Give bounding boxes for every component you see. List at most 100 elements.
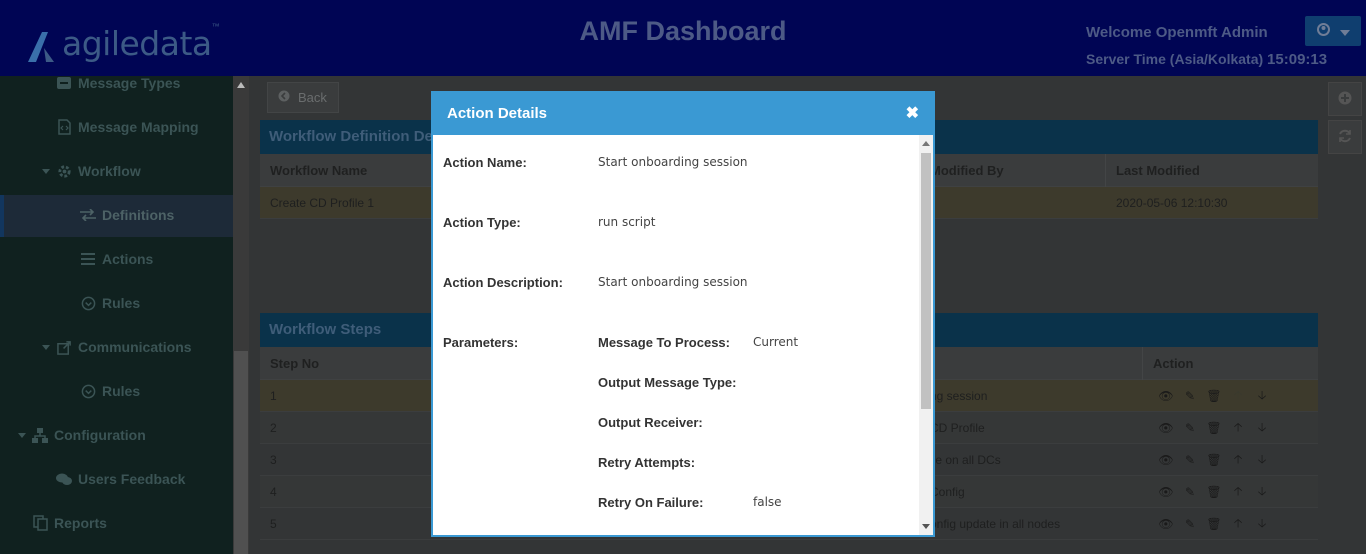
action-type-value: run script (598, 215, 656, 229)
edit-icon[interactable]: ✎ (1181, 451, 1199, 469)
view-eye-icon[interactable]: 👁 (1157, 419, 1175, 437)
sidebar-item-label: Reports (54, 515, 107, 531)
edit-icon[interactable]: ✎ (1181, 419, 1199, 437)
server-time: Server Time (Asia/Kolkata) 15:09:13 (1086, 51, 1327, 68)
step-no-cell: 1 (270, 389, 277, 403)
sidebar-item-label: Users Feedback (78, 471, 186, 487)
move-up-arrow-icon[interactable]: 🡡 (1229, 515, 1247, 533)
view-eye-icon[interactable]: 👁 (1157, 387, 1175, 405)
scroll-up-arrow-icon[interactable] (237, 82, 245, 88)
sidebar: Message Types Message Mapping Workflow D… (0, 76, 233, 554)
top-header: agiledata ™ AMF Dashboard Welcome Openmf… (0, 0, 1366, 76)
back-label: Back (298, 90, 327, 105)
sidebar-item-message-types[interactable]: Message Types (56, 76, 180, 98)
col-workflow-name[interactable]: Workflow Name (270, 154, 367, 187)
view-eye-icon[interactable]: 👁 (1157, 451, 1175, 469)
column-divider (1142, 347, 1143, 380)
move-down-arrow-icon[interactable]: 🡣 (1253, 515, 1271, 533)
delete-trash-icon[interactable]: 🗑 (1205, 387, 1223, 405)
sidebar-item-actions[interactable]: Actions (80, 244, 153, 274)
sidebar-item-label: Rules (102, 295, 141, 311)
edit-icon[interactable]: ✎ (1181, 515, 1199, 533)
param-retry-on-failure-value: false (753, 495, 782, 509)
sidebar-item-label: Message Types (78, 76, 181, 91)
param-retry-on-failure-label: Retry On Failure: (598, 495, 704, 510)
param-output-receiver-label: Output Receiver: (598, 415, 703, 430)
step-desc-cell: CD Profile (930, 421, 985, 435)
code-file-icon (56, 119, 72, 135)
copy-icon (32, 515, 48, 531)
right-toolbar (1324, 76, 1366, 554)
action-name-label: Action Name: (443, 155, 527, 170)
modal-scrollbar[interactable] (919, 135, 933, 535)
action-description-value: Start onboarding session (598, 275, 748, 289)
param-retry-attempts-label: Retry Attempts: (598, 455, 696, 470)
sidebar-item-rules[interactable]: Rules (80, 288, 140, 318)
exchange-icon (80, 207, 96, 223)
add-button[interactable] (1328, 82, 1362, 116)
sidebar-item-workflow[interactable]: Workflow (42, 156, 141, 186)
back-arrow-icon (278, 90, 290, 105)
sidebar-scrollbar[interactable] (233, 76, 249, 554)
move-up-arrow-icon: 🡡 (1233, 387, 1243, 402)
col-modified-by[interactable]: Modified By (930, 154, 1004, 187)
last-modified-cell: 2020-05-06 12:10:30 (1116, 196, 1228, 210)
edit-icon[interactable]: ✎ (1181, 387, 1199, 405)
sidebar-item-reports[interactable]: Reports (32, 508, 107, 538)
move-down-arrow-icon[interactable]: 🡣 (1253, 483, 1271, 501)
user-circle-icon (1316, 23, 1330, 39)
sidebar-item-label: Configuration (54, 427, 146, 443)
step-no-cell: 4 (270, 485, 277, 499)
sidebar-item-message-mapping[interactable]: Message Mapping (56, 112, 199, 142)
close-icon[interactable]: ✖ (906, 93, 919, 135)
move-down-arrow-icon[interactable]: 🡣 (1253, 451, 1271, 469)
row-actions: 👁 ✎ 🗑 🡡 🡣 (1157, 483, 1271, 501)
modal-scrollbar-thumb[interactable] (921, 153, 931, 409)
delete-trash-icon[interactable]: 🗑 (1205, 419, 1223, 437)
step-desc-cell: onfig update in all nodes (930, 517, 1061, 531)
row-actions: 👁 ✎ 🗑 🡡 🡣 (1157, 387, 1271, 405)
sidebar-item-label: Message Mapping (78, 119, 199, 135)
back-button[interactable]: Back (267, 82, 339, 113)
sidebar-item-configuration[interactable]: Configuration (18, 420, 146, 450)
scrollbar-thumb[interactable] (234, 351, 248, 554)
col-last-modified[interactable]: Last Modified (1116, 154, 1200, 187)
refresh-button[interactable] (1328, 120, 1362, 154)
column-divider (1105, 154, 1106, 187)
move-up-arrow-icon[interactable]: 🡡 (1229, 419, 1247, 437)
row-actions: 👁 ✎ 🗑 🡡 🡣 (1157, 515, 1271, 533)
sidebar-item-comm-rules[interactable]: Rules (80, 376, 140, 406)
server-clock: 15:09:13 (1267, 51, 1328, 68)
move-up-arrow-icon[interactable]: 🡡 (1229, 451, 1247, 469)
view-eye-icon[interactable]: 👁 (1157, 515, 1175, 533)
parameters-label: Parameters: (443, 335, 519, 350)
caret-down-icon (42, 168, 50, 174)
move-up-arrow-icon[interactable]: 🡡 (1229, 483, 1247, 501)
delete-trash-icon[interactable]: 🗑 (1205, 451, 1223, 469)
edit-icon[interactable]: ✎ (1181, 483, 1199, 501)
step-no-cell: 2 (270, 421, 277, 435)
sidebar-item-label: Rules (102, 383, 141, 399)
sidebar-item-communications[interactable]: Communications (42, 332, 192, 362)
caret-down-icon (42, 344, 50, 350)
col-action[interactable]: Action (1153, 347, 1193, 380)
circle-arrow-icon (80, 295, 96, 311)
scroll-down-arrow-icon[interactable] (922, 524, 930, 529)
user-menu-button[interactable] (1305, 16, 1361, 46)
sidebar-item-definitions[interactable]: Definitions (80, 200, 174, 230)
step-no-cell: 5 (270, 517, 277, 531)
param-message-to-process-label: Message To Process: (598, 335, 730, 350)
delete-trash-icon[interactable]: 🗑 (1205, 515, 1223, 533)
workflow-name-cell: Create CD Profile 1 (270, 196, 375, 210)
move-down-arrow-icon[interactable]: 🡣 (1253, 387, 1271, 405)
delete-trash-icon[interactable]: 🗑 (1205, 483, 1223, 501)
move-down-arrow-icon[interactable]: 🡣 (1253, 419, 1271, 437)
view-eye-icon[interactable]: 👁 (1157, 483, 1175, 501)
sidebar-item-users-feedback[interactable]: Users Feedback (56, 464, 185, 494)
welcome-text: Welcome Openmft Admin (1086, 24, 1268, 41)
step-desc-cell: Config (930, 485, 965, 499)
scroll-up-arrow-icon[interactable] (922, 141, 930, 146)
action-type-label: Action Type: (443, 215, 521, 230)
caret-down-icon (18, 432, 26, 438)
col-step-no[interactable]: Step No (270, 347, 319, 380)
